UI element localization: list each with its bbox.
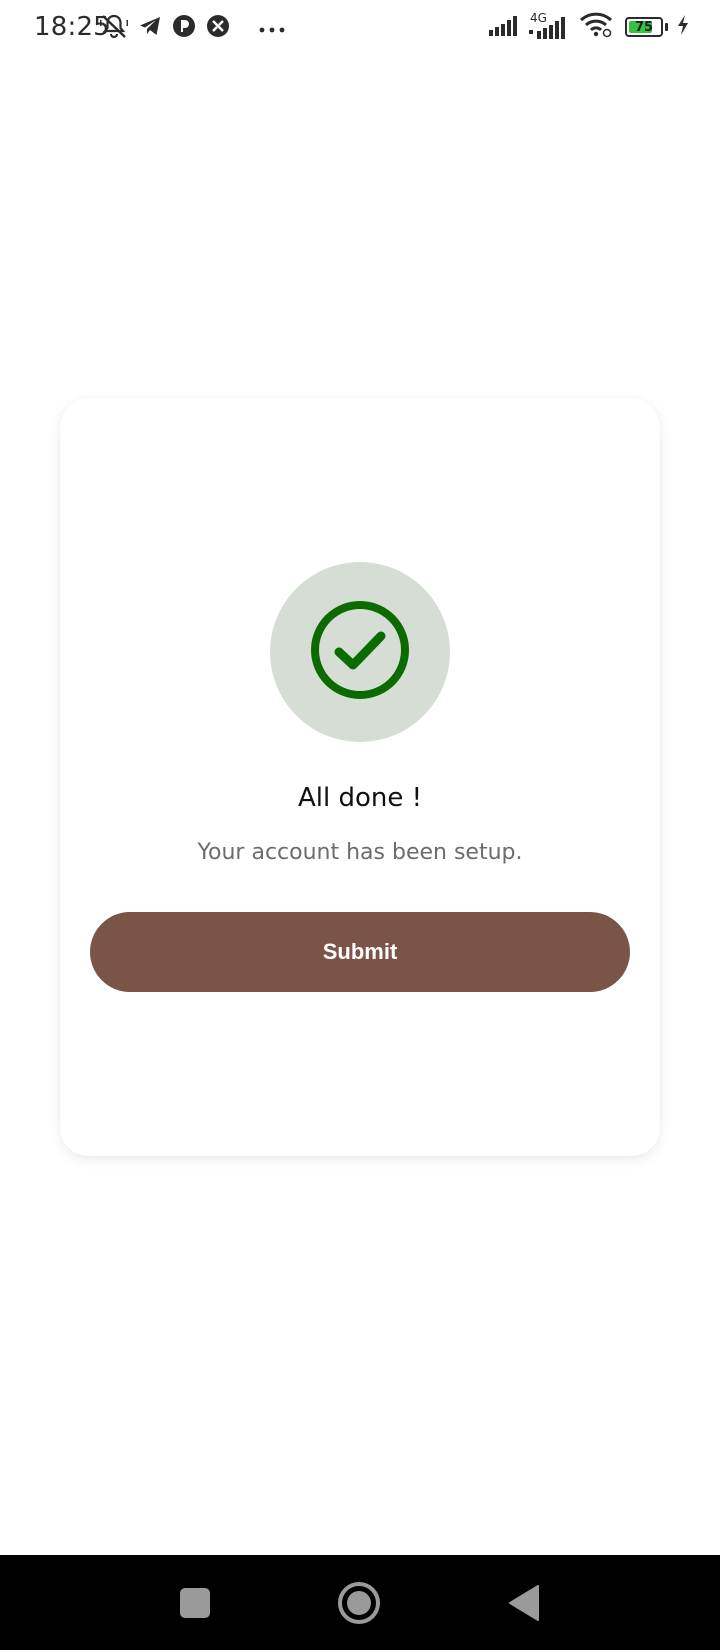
signal-icon: [489, 14, 521, 40]
telegram-icon: [138, 14, 162, 42]
home-icon[interactable]: [338, 1582, 380, 1624]
status-right-icons: 4G 75: [489, 11, 690, 42]
wifi-icon: [579, 12, 613, 42]
recents-icon[interactable]: [180, 1588, 210, 1618]
submit-button[interactable]: Submit: [90, 912, 630, 992]
success-subtitle: Your account has been setup.: [197, 840, 523, 865]
more-dots-icon: [258, 19, 286, 38]
check-badge: [270, 562, 450, 742]
battery-level: 75: [634, 19, 654, 35]
check-circle-icon: [308, 598, 412, 706]
back-icon[interactable]: [508, 1584, 540, 1626]
charging-icon: [676, 14, 690, 40]
success-title: All done !: [297, 783, 423, 813]
battery-icon: 75: [625, 17, 668, 37]
screen: 18:25 4G 75 All done ! Your account has …: [0, 0, 720, 1650]
status-left-icons: [99, 13, 286, 43]
status-bar: 18:25 4G 75: [0, 0, 720, 54]
bell-off-icon: [99, 13, 129, 43]
app-icon-2: [206, 14, 230, 42]
navigation-bar: [0, 1555, 720, 1650]
signal-4g-icon: 4G: [529, 11, 571, 39]
app-icon: [172, 14, 196, 42]
success-card: All done ! Your account has been setup. …: [60, 398, 660, 1156]
status-time: 18:25: [34, 12, 110, 42]
